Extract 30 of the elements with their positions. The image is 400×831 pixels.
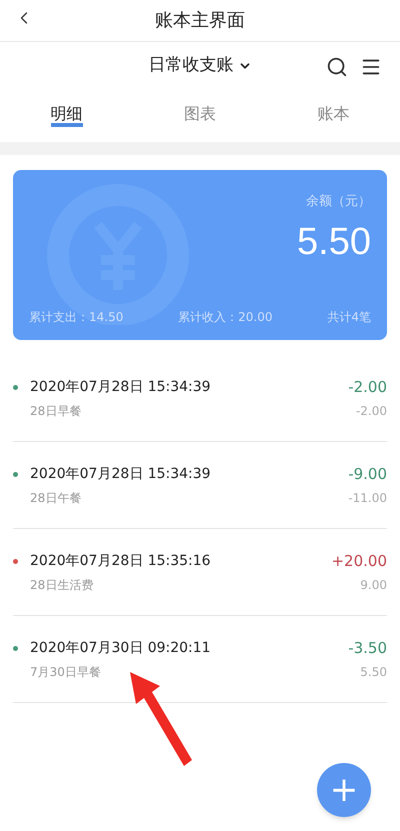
balance-label: 余额（元） <box>306 193 371 211</box>
entry-note: 28日午餐 <box>30 490 82 506</box>
entry-amount: -9.00 <box>348 464 387 485</box>
entry-row[interactable]: 2020年07月28日 15:35:16 28日生活费 +20.00 9.00 <box>13 529 387 616</box>
running-balance: -11.00 <box>348 490 387 508</box>
entry-row[interactable]: 2020年07月28日 15:34:39 28日早餐 -2.00 -2.00 <box>13 355 387 442</box>
entry-note: 28日生活费 <box>30 576 94 594</box>
entry-row[interactable]: 2020年07月28日 15:34:39 28日午餐 -9.00 -11.00 <box>13 442 387 529</box>
page-title: 账本主界面 <box>155 9 245 33</box>
entry-note: 28日早餐 <box>30 402 82 420</box>
running-balance: -2.00 <box>356 403 387 420</box>
total-expense: 累计支出：14.50 <box>29 309 124 326</box>
tab[interactable]: 明细 <box>50 105 83 127</box>
entry-time: 2020年07月30日 09:20:11 <box>30 638 211 658</box>
entry-amount: -2.00 <box>348 376 387 398</box>
tab[interactable]: 图表 <box>184 105 216 127</box>
running-balance: 9.00 <box>360 577 387 594</box>
entry-note: 7月30日早餐 <box>30 664 102 680</box>
entry-count: 共计4笔 <box>327 309 371 326</box>
entry-amount: +20.00 <box>331 550 387 572</box>
entry-time: 2020年07月28日 15:34:39 <box>30 378 211 396</box>
total-income: 累计收入：20.00 <box>178 309 273 326</box>
entry-time: 2020年07月28日 15:34:39 <box>30 464 211 484</box>
balance-amount: 5.50 <box>297 220 371 264</box>
search-icon[interactable] <box>326 56 348 78</box>
book-selector[interactable]: 日常收支账 <box>148 53 252 79</box>
tab[interactable]: 账本 <box>317 105 350 127</box>
entry-time: 2020年07月28日 15:35:16 <box>30 552 211 570</box>
entry-amount: -3.50 <box>348 638 387 659</box>
running-balance: 5.50 <box>360 664 387 682</box>
